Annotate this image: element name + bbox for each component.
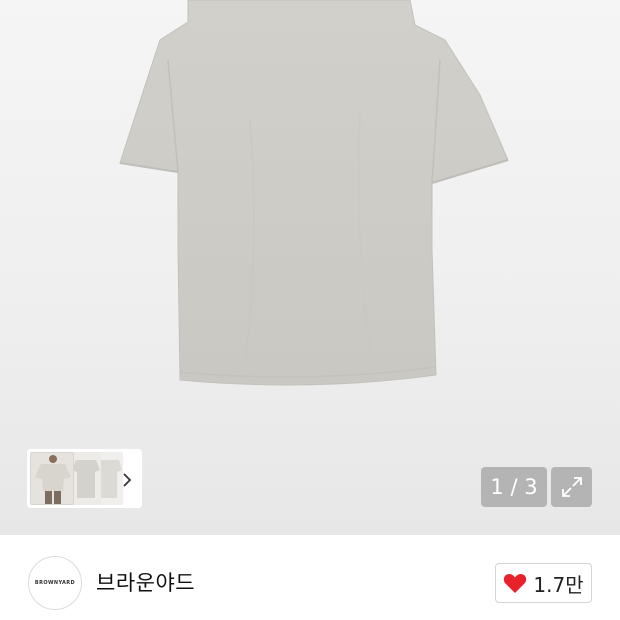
chevron-right-icon[interactable] — [116, 465, 138, 495]
brand-logo[interactable]: BROWNYARD — [28, 556, 82, 610]
thumbnail-1-selected[interactable] — [30, 452, 74, 505]
expand-icon[interactable] — [551, 467, 592, 507]
thumbnail-2[interactable] — [71, 452, 101, 505]
brand-logo-text: BROWNYARD — [34, 580, 76, 586]
like-count: 1.7만 — [533, 572, 584, 597]
product-image-gallery[interactable]: 1 / 3 — [0, 0, 620, 535]
heart-icon — [504, 573, 527, 593]
like-button[interactable]: 1.7만 — [495, 563, 592, 603]
image-counter: 1 / 3 — [481, 467, 547, 507]
brand-name[interactable]: 브라운야드 — [96, 567, 195, 597]
